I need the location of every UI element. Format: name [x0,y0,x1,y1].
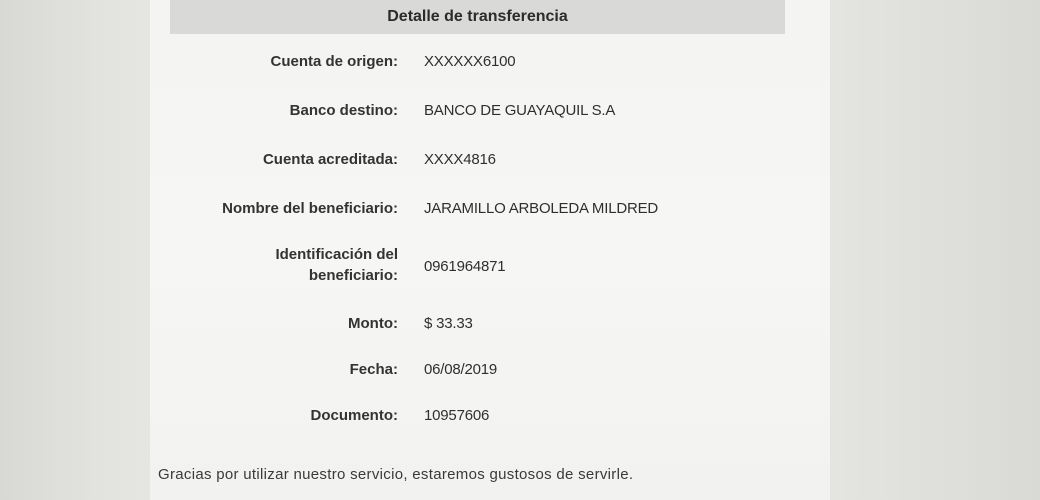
page-title: Detalle de transferencia [387,8,568,25]
left-background-panel [0,0,160,500]
document-label: Documento: [310,407,399,424]
source-account-value: XXXXXX6100 [424,53,516,70]
credited-account-label: Cuenta acreditada: [262,151,398,168]
right-background-panel [830,0,1040,500]
field-row-amount: Monto: $ 33.33 [150,314,830,338]
document-value: 10957606 [424,407,490,424]
detail-header: Detalle de transferencia [170,0,785,34]
beneficiary-name-value: JARAMILLO ARBOLEDA MILDRED [424,200,659,217]
field-row-source-account: Cuenta de origen: XXXXXX6100 [150,52,830,76]
transfer-detail-panel: Detalle de transferencia Cuenta de orige… [150,0,830,500]
credited-account-value: XXXX4816 [424,151,496,168]
amount-label: Monto: [348,315,398,332]
field-row-date: Fecha: 06/08/2019 [150,360,830,384]
beneficiary-name-label: Nombre del beneficiario: [222,200,398,217]
beneficiary-id-value: 0961964871 [424,258,506,275]
field-row-credited-account: Cuenta acreditada: XXXX4816 [150,150,830,174]
beneficiary-id-label-line2: beneficiario: [308,267,398,284]
destination-bank-label: Banco destino: [289,102,398,119]
field-row-beneficiary-id: Identificación del beneficiario: 0961964… [150,245,830,289]
field-row-beneficiary-name: Nombre del beneficiario: JARAMILLO ARBOL… [150,199,830,223]
date-label: Fecha: [349,361,398,378]
footer-message: Gracias por utilizar nuestro servicio, e… [158,466,634,483]
source-account-label: Cuenta de origen: [270,53,398,70]
beneficiary-id-label-line1: Identificación del [275,246,398,263]
field-row-document: Documento: 10957606 [150,406,830,430]
amount-value: $ 33.33 [424,315,473,332]
date-value: 06/08/2019 [424,361,498,378]
destination-bank-value: BANCO DE GUAYAQUIL S.A [424,102,616,119]
field-row-destination-bank: Banco destino: BANCO DE GUAYAQUIL S.A [150,101,830,125]
